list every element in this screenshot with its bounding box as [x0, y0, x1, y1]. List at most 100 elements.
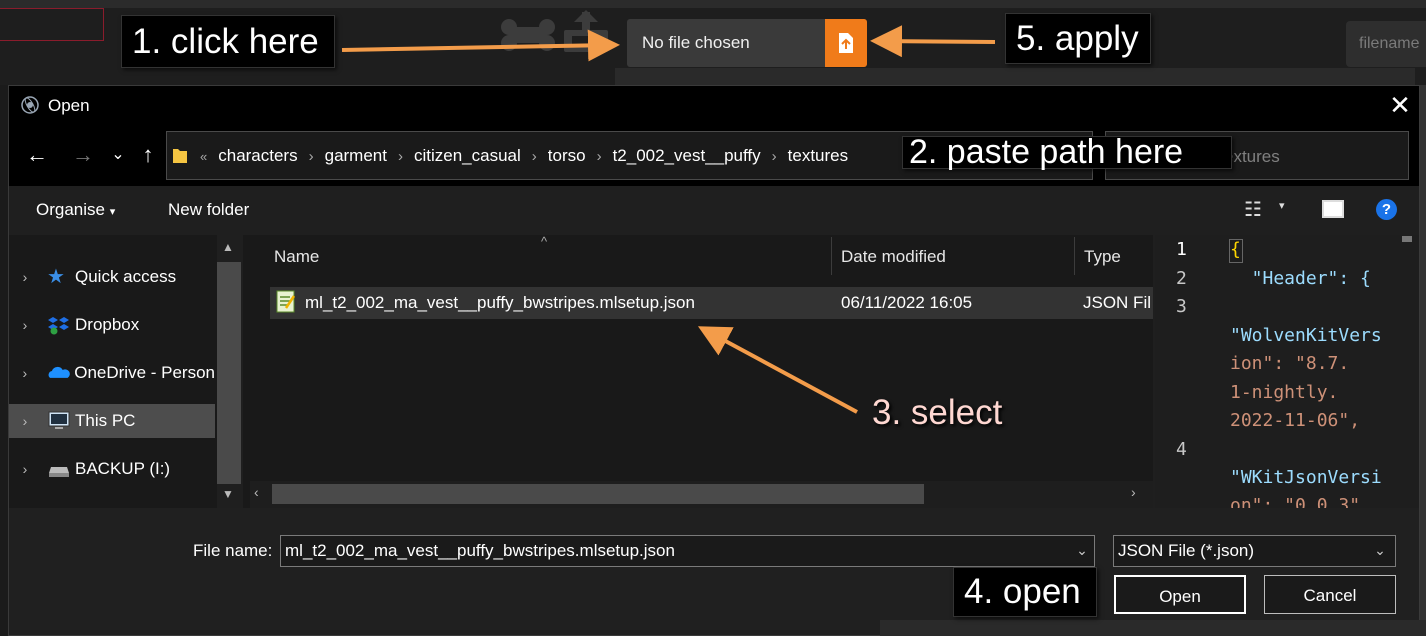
file-date-modified: 06/11/2022 16:05	[841, 293, 973, 312]
nav-item-label: Dropbox	[75, 315, 140, 334]
close-icon: ✕	[1389, 90, 1411, 120]
breadcrumb-item[interactable]: torso	[548, 146, 586, 166]
chevron-right-icon[interactable]: ›	[15, 269, 35, 285]
file-list	[243, 235, 1153, 508]
code-line: {	[1230, 239, 1241, 260]
filename-label: File name:	[193, 541, 273, 560]
chevron-down-icon[interactable]: ⌄	[1072, 538, 1092, 562]
chevron-right-icon[interactable]: ›	[15, 461, 35, 477]
nav-item-label: This PC	[75, 411, 136, 430]
preview-scrollbar-thumb[interactable]	[1402, 236, 1412, 242]
up-arrow-icon[interactable]: ↑	[133, 142, 163, 168]
annotation-step5: 5. apply	[1005, 13, 1151, 64]
annotation-step1: 1. click here	[121, 15, 335, 68]
code-line: 2022-11-06",	[1230, 410, 1361, 431]
app-panel-strip	[615, 68, 1415, 85]
view-options-icon[interactable]: ☷	[1244, 197, 1262, 222]
filetype-select[interactable]: JSON File (*.json)	[1113, 535, 1396, 567]
file-chooser-label: No file chosen	[642, 33, 750, 52]
column-header-date[interactable]: Date modified	[841, 247, 946, 267]
nav-item-label: Quick access	[75, 267, 177, 286]
file-name: ml_t2_002_ma_vest__puffy_bwstripes.mlset…	[305, 293, 695, 312]
export-icon[interactable]	[562, 10, 610, 54]
cancel-button[interactable]: Cancel	[1264, 575, 1396, 614]
dialog-titlebar	[9, 86, 1419, 126]
dropbox-icon	[48, 317, 69, 335]
back-arrow-icon[interactable]: ←	[22, 142, 52, 168]
recent-locations-chevron-icon[interactable]: ⌄	[103, 144, 133, 164]
chevron-right-icon[interactable]: ›	[772, 148, 777, 165]
breadcrumb-item[interactable]: characters	[218, 146, 297, 166]
forward-arrow-icon[interactable]: →	[68, 142, 98, 168]
json-file-icon	[276, 290, 296, 313]
filename-field[interactable]: ml_t2_002_ma_vest__puffy_bwstripes.mlset…	[280, 535, 1095, 567]
scroll-down-icon[interactable]: ▼	[222, 487, 234, 501]
dialog-footer	[9, 508, 1419, 635]
help-icon[interactable]: ?	[1376, 199, 1397, 220]
organise-label: Organise	[36, 200, 105, 219]
filename-input[interactable]: filename	[1346, 21, 1426, 67]
app-right-edge	[1420, 85, 1426, 636]
drive-icon	[49, 467, 69, 477]
view-dropdown-icon[interactable]: ▾	[1279, 199, 1285, 212]
chevron-right-icon[interactable]: ›	[15, 365, 35, 381]
organise-menu[interactable]: Organise ▾	[36, 200, 115, 220]
folder-icon	[173, 149, 187, 163]
chevron-right-icon[interactable]: ›	[532, 148, 537, 165]
breadcrumb-item[interactable]: t2_002_vest__puffy	[613, 146, 761, 166]
line-number: 1	[1176, 239, 1187, 260]
breadcrumb-item[interactable]: textures	[788, 146, 848, 166]
caret-down-icon: ▾	[109, 206, 116, 218]
line-number: 2	[1176, 268, 1187, 289]
chevron-right-icon[interactable]: ›	[597, 148, 602, 165]
chevron-right-icon[interactable]: ›	[398, 148, 403, 165]
new-folder-button[interactable]: New folder	[168, 200, 249, 220]
bone-icon[interactable]	[500, 18, 556, 52]
scroll-up-icon[interactable]: ▲	[222, 240, 234, 254]
nav-scrollbar-thumb[interactable]	[217, 262, 241, 484]
chevron-right-icon[interactable]: ›	[15, 413, 35, 429]
onedrive-icon	[48, 366, 70, 378]
column-divider[interactable]	[1074, 237, 1075, 275]
line-number: 4	[1176, 439, 1187, 460]
annotation-step2: 2. paste path here	[902, 133, 1232, 171]
horizontal-scrollbar-thumb[interactable]	[272, 484, 924, 504]
line-number: 3	[1176, 296, 1187, 317]
scroll-left-icon[interactable]: ‹	[254, 484, 259, 500]
nav-item-label: OneDrive - Person	[74, 363, 215, 382]
upload-button[interactable]	[825, 19, 867, 67]
nav-item-label: BACKUP (I:)	[75, 459, 171, 478]
nav-item-this-pc[interactable]: › This PC	[9, 404, 215, 438]
sort-ascending-icon: ^	[541, 234, 548, 249]
breadcrumb-overflow[interactable]: «	[200, 149, 207, 164]
breadcrumb: « characters › garment › citizen_casual › t…	[200, 144, 848, 168]
column-header-type[interactable]: Type	[1084, 247, 1121, 267]
nav-item-backup[interactable]: › BACKUP (I:)	[9, 452, 215, 486]
nav-item-quick-access[interactable]: › ★ Quick access	[9, 260, 215, 294]
app-topline	[0, 0, 1426, 8]
app-footer-strip	[880, 620, 1426, 636]
open-button[interactable]: Open	[1114, 575, 1246, 614]
breadcrumb-item[interactable]: citizen_casual	[414, 146, 521, 166]
code-line: ion": "8.7.	[1230, 353, 1350, 374]
file-type: JSON File	[1083, 293, 1151, 312]
monitor-icon	[48, 411, 70, 429]
upload-file-icon	[839, 33, 853, 53]
annotation-step3: 3. select	[872, 393, 1003, 432]
star-icon: ★	[47, 266, 65, 288]
chevron-right-icon[interactable]: ›	[15, 317, 35, 333]
chevron-down-icon[interactable]: ⌄	[1370, 538, 1390, 562]
nav-item-dropbox[interactable]: › Dropbox	[9, 308, 215, 342]
code-line: "WKitJsonVersi	[1230, 467, 1382, 488]
scroll-right-icon[interactable]: ›	[1131, 484, 1136, 500]
close-button[interactable]: ✕	[1380, 90, 1420, 122]
code-line: 1-nightly.	[1230, 382, 1339, 403]
code-line: "WolvenKitVers	[1230, 325, 1382, 346]
breadcrumb-item[interactable]: garment	[325, 146, 387, 166]
chevron-right-icon[interactable]: ›	[309, 148, 314, 165]
column-divider[interactable]	[831, 237, 832, 275]
dialog-title: Open	[48, 96, 90, 115]
preview-pane-icon[interactable]	[1322, 200, 1344, 218]
column-header-name[interactable]: Name	[274, 247, 319, 267]
nav-item-onedrive[interactable]: › OneDrive - Person	[9, 356, 215, 390]
